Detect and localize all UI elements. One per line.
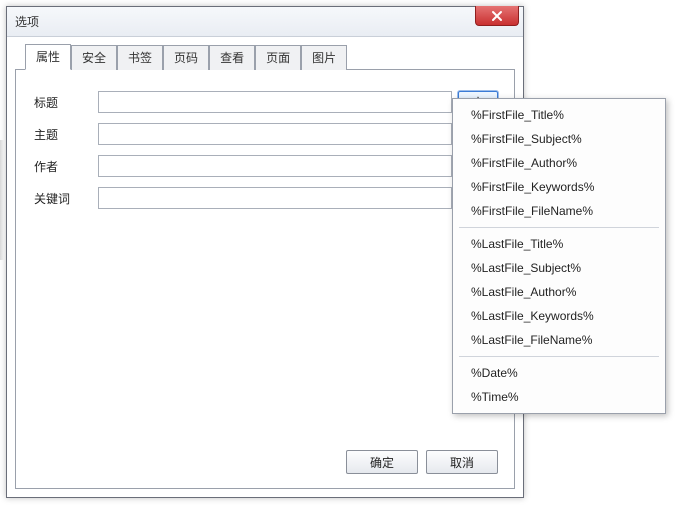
row-title: 标题 宏	[32, 90, 498, 114]
close-button[interactable]	[475, 6, 519, 26]
tab-attributes[interactable]: 属性	[25, 44, 71, 70]
tab-label: 页码	[174, 51, 198, 65]
tabstrip: 属性 安全 书签 页码 查看 页面 图片	[15, 45, 515, 69]
tab-label: 页面	[266, 51, 290, 65]
input-subject[interactable]	[98, 123, 452, 145]
row-author: 作者 宏	[32, 154, 498, 178]
cancel-button[interactable]: 取消	[426, 450, 498, 474]
macro-item[interactable]: %LastFile_Author%	[453, 280, 665, 304]
tab-security[interactable]: 安全	[71, 45, 117, 70]
tab-page[interactable]: 页面	[255, 45, 301, 70]
ok-button-label: 确定	[370, 454, 394, 471]
dialog-buttons: 确定 取消	[32, 442, 498, 474]
tab-image[interactable]: 图片	[301, 45, 347, 70]
titlebar: 选项	[7, 7, 523, 37]
macro-item[interactable]: %LastFile_Keywords%	[453, 304, 665, 328]
left-edge-shadow	[0, 140, 4, 260]
cancel-button-label: 取消	[450, 454, 474, 471]
menu-separator	[459, 356, 659, 357]
macro-item[interactable]: %FirstFile_Author%	[453, 151, 665, 175]
client-area: 属性 安全 书签 页码 查看 页面 图片 标题 宏 主题 宏	[15, 45, 515, 489]
macro-item[interactable]: %FirstFile_Keywords%	[453, 175, 665, 199]
macro-item[interactable]: %FirstFile_Subject%	[453, 127, 665, 151]
macro-popup-menu: %FirstFile_Title% %FirstFile_Subject% %F…	[452, 98, 666, 414]
close-icon	[491, 10, 503, 22]
tab-label: 查看	[220, 51, 244, 65]
tab-label: 属性	[36, 50, 60, 64]
options-dialog: 选项 属性 安全 书签 页码 查看 页面 图片 标题 宏	[6, 6, 524, 498]
label-title: 标题	[32, 94, 98, 111]
input-title[interactable]	[98, 91, 452, 113]
macro-item[interactable]: %Time%	[453, 385, 665, 409]
tab-label: 图片	[312, 51, 336, 65]
tab-label: 安全	[82, 51, 106, 65]
tab-label: 书签	[128, 51, 152, 65]
tab-bookmarks[interactable]: 书签	[117, 45, 163, 70]
macro-item[interactable]: %LastFile_Subject%	[453, 256, 665, 280]
macro-item[interactable]: %LastFile_Title%	[453, 232, 665, 256]
input-author[interactable]	[98, 155, 452, 177]
form-rows: 标题 宏 主题 宏 作者 宏 关键词 宏	[32, 90, 498, 442]
ok-button[interactable]: 确定	[346, 450, 418, 474]
label-author: 作者	[32, 158, 98, 175]
macro-item[interactable]: %LastFile_FileName%	[453, 328, 665, 352]
tab-panel-attributes: 标题 宏 主题 宏 作者 宏 关键词 宏	[15, 69, 515, 489]
input-keywords[interactable]	[98, 187, 452, 209]
menu-separator	[459, 227, 659, 228]
label-subject: 主题	[32, 126, 98, 143]
macro-item[interactable]: %FirstFile_FileName%	[453, 199, 665, 223]
row-keywords: 关键词 宏	[32, 186, 498, 210]
macro-item[interactable]: %FirstFile_Title%	[453, 103, 665, 127]
tab-view[interactable]: 查看	[209, 45, 255, 70]
row-subject: 主题 宏	[32, 122, 498, 146]
tab-pageno[interactable]: 页码	[163, 45, 209, 70]
label-keywords: 关键词	[32, 190, 98, 207]
macro-item[interactable]: %Date%	[453, 361, 665, 385]
window-title: 选项	[15, 13, 39, 30]
